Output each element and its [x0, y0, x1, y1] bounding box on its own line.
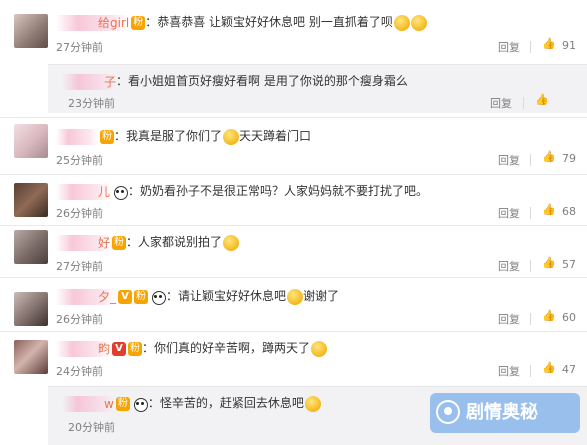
username-link[interactable]: 子 [62, 73, 117, 90]
emoji-icon [410, 14, 427, 31]
fan-badge-icon: 粉 [100, 129, 114, 144]
like-button-icon[interactable]: 👍 [542, 361, 556, 374]
like-count: 60 [562, 311, 576, 324]
logo-icon [436, 400, 460, 424]
comment-item: 好粉：人家都说别拍了 27分钟前 回复 👍 57 [0, 226, 587, 276]
reply-button[interactable]: 回复 [498, 39, 520, 55]
like-button-icon[interactable]: 👍 [535, 93, 549, 106]
separator [530, 41, 531, 53]
username-link[interactable]: 夕_ [56, 288, 117, 305]
emoji-icon [393, 14, 410, 31]
reply-button[interactable]: 回复 [490, 95, 512, 111]
comment-text: ：人家都说别拍了 [126, 235, 223, 249]
fan-badge-icon: 粉 [112, 235, 127, 250]
watermark-text: 剧情奥秘 [466, 402, 538, 423]
comment-item: 给girl 粉：恭喜恭喜 让颖宝好好休息吧 别一直抓着了呗 27分钟前 回复 👍 … [0, 0, 587, 62]
reply-button[interactable]: 回复 [498, 311, 520, 327]
panda-badge-icon [150, 290, 167, 305]
comment-text: ：我真是服了你们了 [114, 129, 223, 143]
comment-time: 27分钟前 [56, 41, 103, 54]
avatar[interactable] [14, 230, 48, 264]
panda-badge-icon [132, 397, 148, 412]
username-link[interactable] [56, 128, 98, 145]
separator [530, 313, 531, 325]
avatar[interactable] [14, 14, 48, 48]
username-link[interactable]: 儿 [56, 183, 111, 200]
comment-text: ：奶奶看孙子不是很正常吗？人家妈妈就不要打扰了吧。 [128, 184, 429, 198]
like-button-icon[interactable]: 👍 [542, 256, 556, 269]
separator [530, 154, 531, 166]
comment-line: 粉：我真是服了你们了 天天蹲着门口 [56, 126, 311, 146]
comment-time: 26分钟前 [56, 313, 103, 326]
reply-button[interactable]: 回复 [498, 205, 520, 221]
comment-time: 25分钟前 [56, 154, 103, 167]
comment-text-suffix: 天天蹲着门口 [239, 129, 312, 143]
avatar[interactable] [14, 292, 48, 326]
comment-time: 20分钟前 [68, 421, 115, 434]
comment-text: ：怪辛苦的，赶紧回去休息吧 [147, 396, 304, 410]
separator [530, 365, 531, 377]
fan-badge-icon: 粉 [115, 396, 130, 411]
like-count: 57 [562, 258, 576, 271]
fan-badge-icon: 粉 [131, 15, 146, 30]
comment-line: 儿 ：奶奶看孙子不是很正常吗？人家妈妈就不要打扰了吧。 [56, 181, 428, 201]
username-link[interactable]: w [62, 395, 114, 412]
separator [530, 207, 531, 219]
comment-item: 粉：我真是服了你们了 天天蹲着门口 25分钟前 回复 👍 79 [0, 118, 587, 174]
like-count: 79 [562, 152, 576, 165]
comment-text: ：看小姐姐首页好瘦好看啊 是用了你说的那个瘦身霜么 [116, 74, 408, 88]
comment-text: ：你们真的好辛苦啊，蹲两天了 [142, 341, 311, 355]
panda-badge-icon [112, 185, 129, 200]
reply-item: 子：看小姐姐首页好瘦好看啊 是用了你说的那个瘦身霜么 23分钟前 回复 👍 [48, 64, 587, 113]
like-button-icon[interactable]: 👍 [542, 309, 556, 322]
emoji-icon [304, 395, 321, 412]
comment-line: 给girl 粉：恭喜恭喜 让颖宝好好休息吧 别一直抓着了呗 [56, 12, 427, 32]
like-button-icon[interactable]: 👍 [542, 150, 556, 163]
avatar[interactable] [14, 124, 48, 158]
fan-badge-icon: 粉 [134, 289, 149, 304]
verified-badge-icon: V [118, 289, 133, 304]
comment-text-suffix: 谢谢了 [303, 289, 340, 303]
comment-time: 23分钟前 [68, 97, 115, 110]
separator [523, 97, 524, 109]
emoji-icon [311, 340, 328, 357]
emoji-icon [287, 288, 304, 305]
comment-line: 畇 V 粉：你们真的好辛苦啊，蹲两天了 [56, 338, 328, 358]
reply-button[interactable]: 回复 [498, 258, 520, 274]
comment-line: 子：看小姐姐首页好瘦好看啊 是用了你说的那个瘦身霜么 [62, 71, 408, 91]
fan-badge-icon: 粉 [128, 341, 143, 356]
separator [530, 260, 531, 272]
comment-time: 27分钟前 [56, 260, 103, 273]
username-link[interactable]: 好 [56, 234, 111, 251]
comment-text: ：恭喜恭喜 让颖宝好好休息吧 别一直抓着了呗 [145, 15, 393, 29]
username-link[interactable]: 给girl [56, 14, 130, 31]
verified-badge-icon: V [112, 341, 127, 356]
emoji-icon [223, 234, 240, 251]
comment-item: 儿 ：奶奶看孙子不是很正常吗？人家妈妈就不要打扰了吧。 26分钟前 回复 👍 68 [0, 175, 587, 225]
comment-item: 夕_ V 粉 ：请让颖宝好好休息吧 谢谢了 26分钟前 回复 👍 60 [0, 278, 587, 330]
reply-button[interactable]: 回复 [498, 363, 520, 379]
comment-line: 夕_ V 粉 ：请让颖宝好好休息吧 谢谢了 [56, 286, 339, 306]
comment-text: ：请让颖宝好好休息吧 [166, 289, 287, 303]
avatar[interactable] [14, 340, 48, 374]
like-button-icon[interactable]: 👍 [542, 37, 556, 50]
username-link[interactable]: 畇 [56, 340, 111, 357]
like-count: 91 [562, 39, 576, 52]
avatar[interactable] [14, 183, 48, 217]
comment-time: 26分钟前 [56, 207, 103, 220]
reply-button[interactable]: 回复 [498, 152, 520, 168]
comment-line: w 粉 ：怪辛苦的，赶紧回去休息吧 [62, 393, 321, 413]
comment-time: 24分钟前 [56, 365, 103, 378]
like-count: 68 [562, 205, 576, 218]
like-button-icon[interactable]: 👍 [542, 203, 556, 216]
watermark-logo: 剧情奥秘 [430, 393, 580, 433]
comment-item: 畇 V 粉：你们真的好辛苦啊，蹲两天了 24分钟前 回复 👍 47 [0, 332, 587, 384]
emoji-icon [223, 128, 240, 145]
comment-line: 好粉：人家都说别拍了 [56, 232, 240, 252]
like-count: 47 [562, 363, 576, 376]
